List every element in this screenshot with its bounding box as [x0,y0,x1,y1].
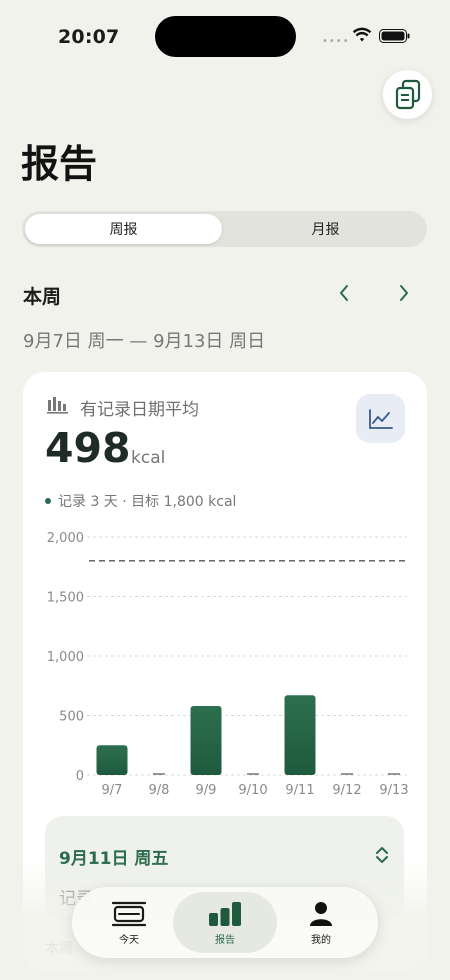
person-icon [310,901,332,926]
y-tick-label: 1,500 [47,591,84,606]
status-dot [45,498,51,504]
next-period-button[interactable] [392,281,416,305]
dynamic-island [155,16,296,57]
tab-monthly[interactable]: 月报 [227,214,424,244]
tab-bar: 今天 报告 我的 [72,887,378,958]
tab-me-label: 我的 [311,934,331,946]
y-tick-label: 500 [59,710,84,725]
prev-period-button[interactable] [332,281,356,305]
chart-type-toggle-button[interactable] [356,394,405,443]
chevron-left-icon [340,285,348,301]
tab-today-label: 今天 [119,934,139,946]
chevron-right-icon [400,285,408,301]
x-tick-label: 9/11 [285,783,314,798]
x-tick-label: 9/12 [332,783,361,798]
copy-document-icon [395,79,420,109]
x-tick-label: 9/7 [102,783,123,798]
tab-report-label: 报告 [215,934,235,946]
x-tick-label: 9/10 [238,783,267,798]
x-tick-label: 9/13 [379,783,408,798]
period-label: 本周 [23,286,62,308]
average-unit: kcal [131,448,166,468]
tab-today[interactable]: 今天 [77,892,181,953]
y-tick-label: 1,000 [47,650,84,665]
bar[interactable] [190,705,222,775]
report-bars-icon [209,901,241,926]
x-tick-label: 9/8 [149,783,170,798]
daily-calorie-chart: 0 500 1,000 1,500 2,000 9/7 9/8 9/9 9/10 9/11 9/12… [47,531,409,798]
status-time: 20:07 [58,26,120,48]
signal-dots-icon: •••• [322,36,350,47]
tab-report[interactable]: 报告 [173,892,277,953]
y-tick-label: 2,000 [47,531,84,546]
period-segmented-control: 周报 月报 [22,211,427,247]
date-range: 9月7日 周一 — 9月13日 周日 [23,331,266,352]
copy-report-button[interactable] [383,70,432,119]
average-value: 498 [45,424,131,472]
bar[interactable] [284,695,316,775]
bar-chart-icon [47,397,68,414]
bar[interactable] [96,745,128,775]
average-label: 有记录日期平均 [80,400,199,420]
status-bar: 20:07 •••• [0,0,450,72]
tab-weekly[interactable]: 周报 [25,214,222,244]
record-meta: 记录 3 天 · 目标 1,800 kcal [58,494,237,510]
wifi-icon [352,27,372,42]
line-chart-icon [368,408,393,429]
tab-me[interactable]: 我的 [269,892,373,953]
today-list-icon [112,901,146,926]
x-tick-label: 9/9 [196,783,217,798]
page-title: 报告 [21,142,98,186]
battery-icon [379,29,410,43]
y-tick-label: 0 [76,769,84,784]
